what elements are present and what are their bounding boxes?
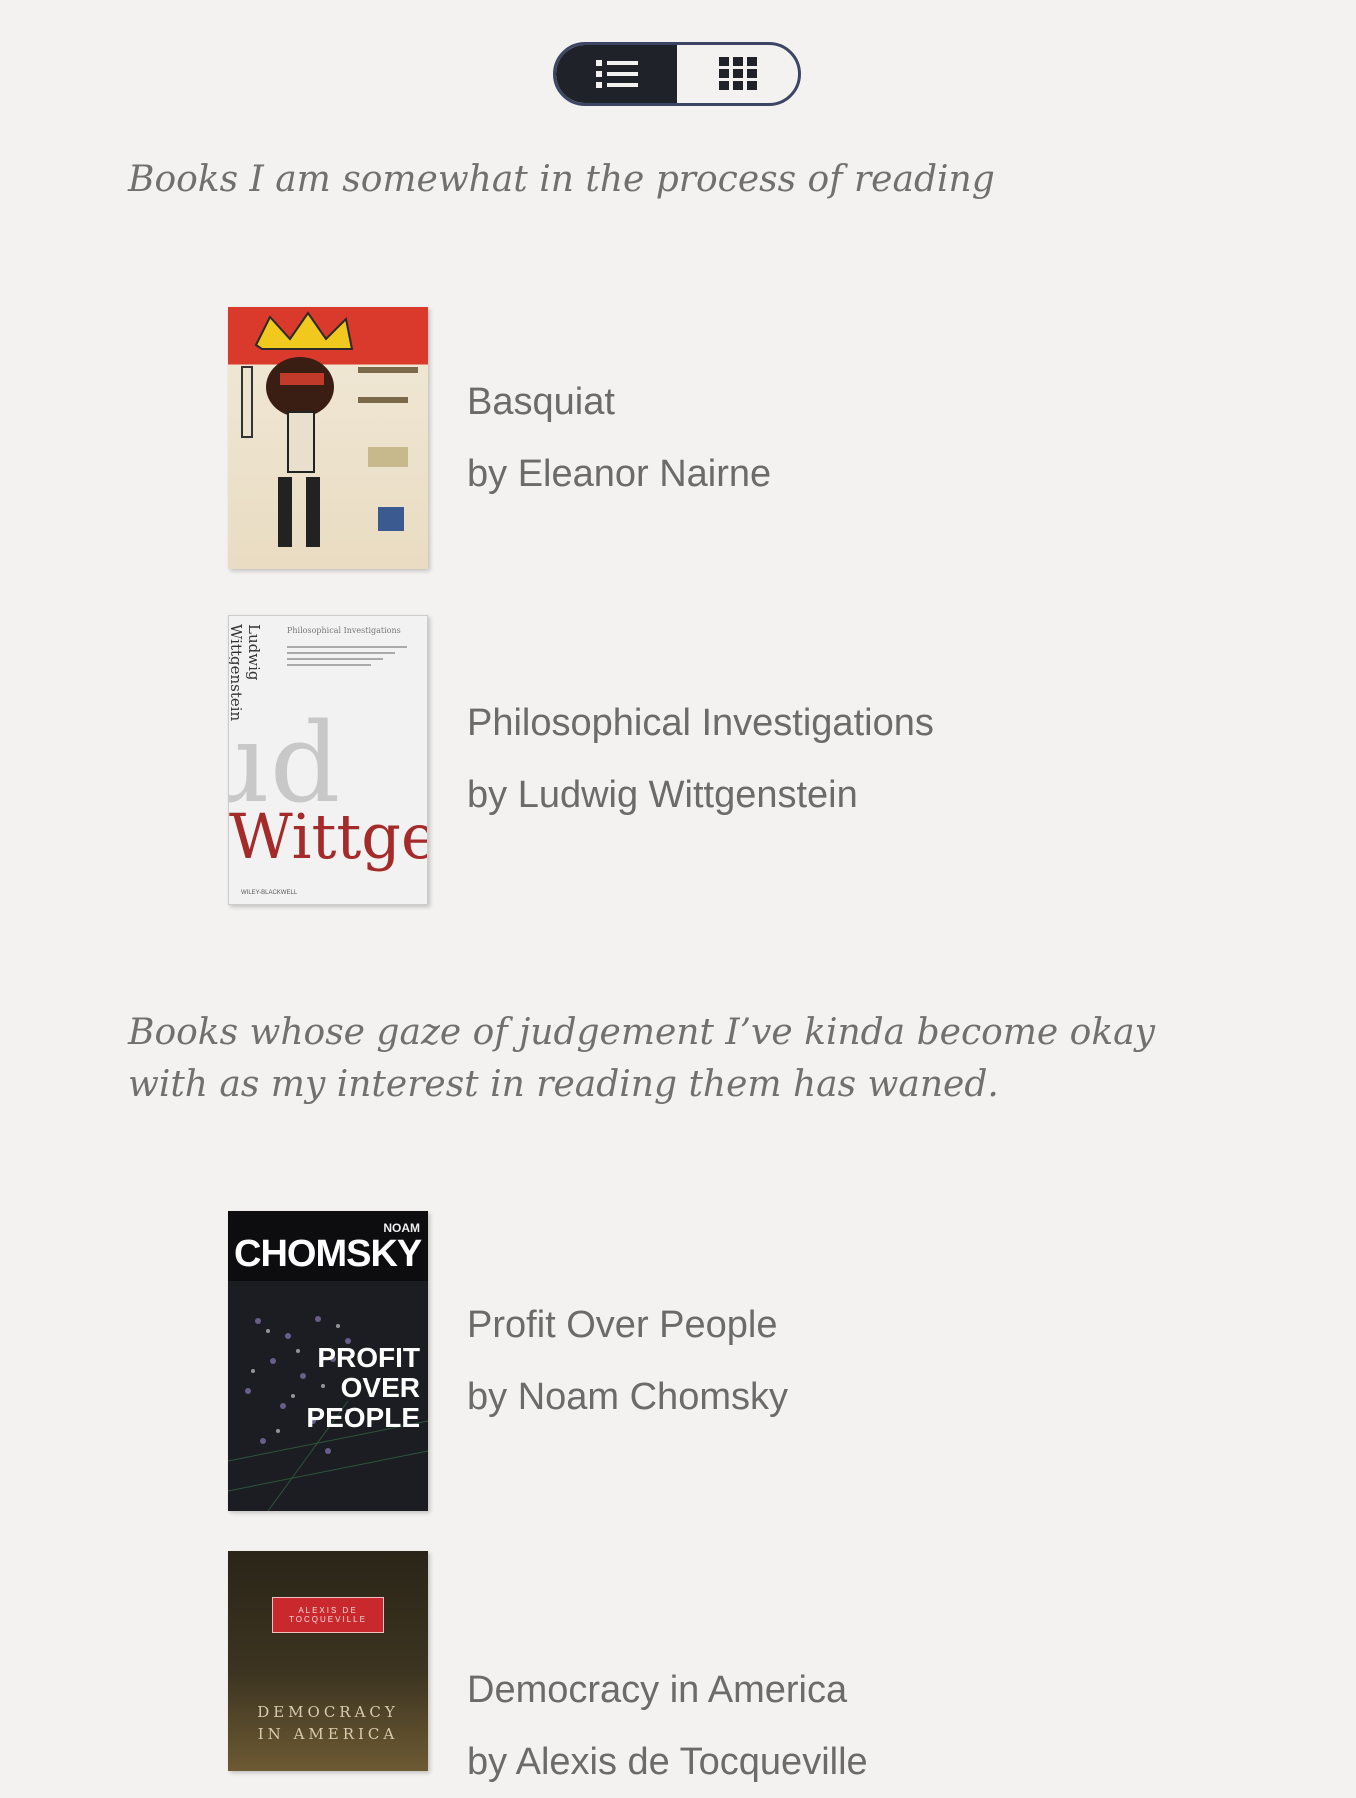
section-heading-reading: Books I am somewhat in the process of re… — [128, 159, 995, 200]
book-author: by Alexis de Tocqueville — [467, 1741, 868, 1783]
cover-title: PROFIT OVER PEOPLE — [306, 1343, 420, 1433]
section-heading-waned: Books whose gaze of judgement I’ve kinda… — [128, 1012, 1155, 1105]
list-view-button[interactable] — [556, 45, 677, 103]
grid-view-button[interactable] — [677, 45, 798, 103]
cover-title-line: DEMOCRACY — [257, 1703, 399, 1721]
book-title[interactable]: Philosophical Investigations — [467, 687, 934, 759]
view-toggle — [553, 42, 801, 106]
book-title[interactable]: Profit Over People — [467, 1289, 788, 1361]
cover-publisher: WILEY-BLACKWELL — [241, 890, 298, 896]
book-item[interactable]: ALEXIS DE TOCQUEVILLE DEMOCRACY IN AMERI… — [228, 1551, 1228, 1783]
book-title[interactable]: Basquiat — [467, 366, 771, 438]
book-meta: Profit Over People by Noam Chomsky — [467, 1289, 788, 1433]
book-cover-basquiat[interactable] — [228, 307, 428, 569]
book-cover-wittgenstein[interactable]: Ludwig Wittgenstein Philosophical Invest… — [228, 615, 428, 905]
cover-author-name: CHOMSKY — [234, 1233, 422, 1275]
book-meta: Basquiat by Eleanor Nairne — [467, 366, 771, 510]
book-author: by Ludwig Wittgenstein — [467, 774, 858, 816]
book-title[interactable]: Democracy in America — [467, 1654, 868, 1726]
cover-title-line: OVER — [340, 1372, 420, 1403]
grid-icon — [718, 57, 757, 90]
list-icon — [595, 60, 638, 88]
book-cover-chomsky[interactable]: NOAM CHOMSKY PROFIT OVER PEOPLE — [228, 1211, 428, 1511]
cover-small-title: Philosophical Investigations — [287, 626, 401, 635]
book-meta: Democracy in America by Alexis de Tocque… — [467, 1654, 868, 1798]
cover-author-label: ALEXIS DE TOCQUEVILLE — [272, 1597, 384, 1633]
cover-title-line: PEOPLE — [306, 1402, 420, 1433]
book-item[interactable]: NOAM CHOMSKY PROFIT OVER PEOPLE Profit O… — [228, 1211, 1228, 1511]
book-meta: Philosophical Investigations by Ludwig W… — [467, 687, 934, 831]
book-item[interactable]: Ludwig Wittgenstein Philosophical Invest… — [228, 615, 1228, 905]
book-author: by Eleanor Nairne — [467, 453, 772, 495]
cover-fine-print — [287, 646, 407, 686]
cover-title-line: PROFIT — [317, 1342, 420, 1373]
cover-big-text: Wittge — [229, 800, 428, 873]
book-cover-democracy[interactable]: ALEXIS DE TOCQUEVILLE DEMOCRACY IN AMERI… — [228, 1551, 428, 1771]
cover-title: DEMOCRACY IN AMERICA — [228, 1701, 428, 1745]
book-item[interactable]: Basquiat by Eleanor Nairne — [228, 307, 1228, 569]
basquiat-artwork — [241, 311, 418, 547]
cover-title-line: IN AMERICA — [257, 1725, 399, 1743]
book-author: by Noam Chomsky — [467, 1376, 788, 1418]
